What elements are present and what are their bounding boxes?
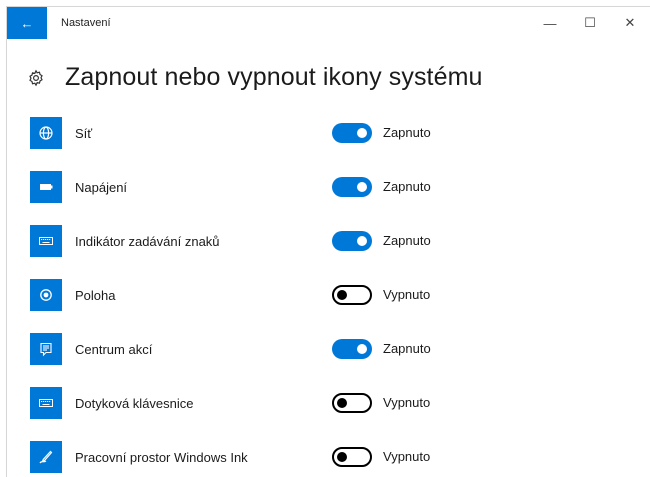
close-icon: ✕: [624, 15, 636, 30]
pen-icon: [30, 441, 62, 473]
toggle-knob: [357, 344, 367, 354]
battery-icon: [30, 171, 62, 203]
close-button[interactable]: ✕: [610, 7, 650, 39]
setting-label: Indikátor zadávání znaků: [75, 233, 220, 249]
maximize-button[interactable]: ☐: [570, 7, 610, 39]
toggle-state-label: Vypnuto: [383, 395, 431, 410]
setting-row: Dotyková klávesnice Vypnuto: [30, 387, 630, 419]
back-button[interactable]: ←: [7, 7, 47, 39]
toggle-switch[interactable]: [332, 447, 372, 467]
window-controls: — ☐ ✕: [530, 7, 650, 39]
toggle-switch[interactable]: [332, 231, 372, 251]
keyboard-icon: [30, 225, 62, 257]
toggle-state-label: Vypnuto: [383, 449, 431, 464]
toggle-knob: [357, 236, 367, 246]
setting-label: Centrum akcí: [75, 341, 153, 357]
toggle-state-label: Zapnuto: [383, 125, 431, 140]
toggle-knob: [337, 452, 347, 462]
setting-row: Pracovní prostor Windows Ink Vypnuto: [30, 441, 630, 473]
setting-row: Napájení Zapnuto: [30, 171, 630, 203]
toggle-knob: [357, 128, 367, 138]
location-icon: [30, 279, 62, 311]
setting-row: Poloha Vypnuto: [30, 279, 630, 311]
page-title: Zapnout nebo vypnout ikony systému: [65, 63, 483, 91]
toggle-state-label: Zapnuto: [383, 179, 431, 194]
setting-label: Dotyková klávesnice: [75, 395, 194, 411]
toggle-knob: [337, 290, 347, 300]
maximize-icon: ☐: [584, 15, 596, 30]
toggle-switch[interactable]: [332, 123, 372, 143]
gear-icon: [29, 69, 43, 86]
toggle-switch[interactable]: [332, 177, 372, 197]
action-center-icon: [30, 333, 62, 365]
toggle-state-label: Zapnuto: [383, 233, 431, 248]
minimize-button[interactable]: —: [530, 7, 570, 39]
setting-label: Poloha: [75, 287, 116, 303]
setting-row: Síť Zapnuto: [30, 117, 630, 149]
toggle-switch[interactable]: [332, 393, 372, 413]
minimize-icon: —: [543, 15, 557, 31]
globe-icon: [30, 117, 62, 149]
toggle-state-label: Vypnuto: [383, 287, 431, 302]
back-arrow-icon: ←: [20, 15, 34, 31]
toggle-knob: [337, 398, 347, 408]
title-bar: ← Nastavení — ☐ ✕: [7, 7, 650, 39]
setting-label: Pracovní prostor Windows Ink: [75, 449, 248, 465]
toggle-switch[interactable]: [332, 339, 372, 359]
toggle-switch[interactable]: [332, 285, 372, 305]
page-header: Zapnout nebo vypnout ikony systému: [27, 63, 483, 92]
setting-label: Napájení: [75, 179, 128, 195]
toggle-state-label: Zapnuto: [383, 341, 431, 356]
setting-row: Centrum akcí Zapnuto: [30, 333, 630, 365]
settings-window: ← Nastavení — ☐ ✕ Zapnout nebo vypnout i…: [6, 6, 650, 477]
app-title: Nastavení: [61, 17, 111, 29]
setting-label: Síť: [75, 125, 93, 141]
keyboard-icon: [30, 387, 62, 419]
toggle-knob: [357, 182, 367, 192]
setting-row: Indikátor zadávání znaků Zapnuto: [30, 225, 630, 257]
